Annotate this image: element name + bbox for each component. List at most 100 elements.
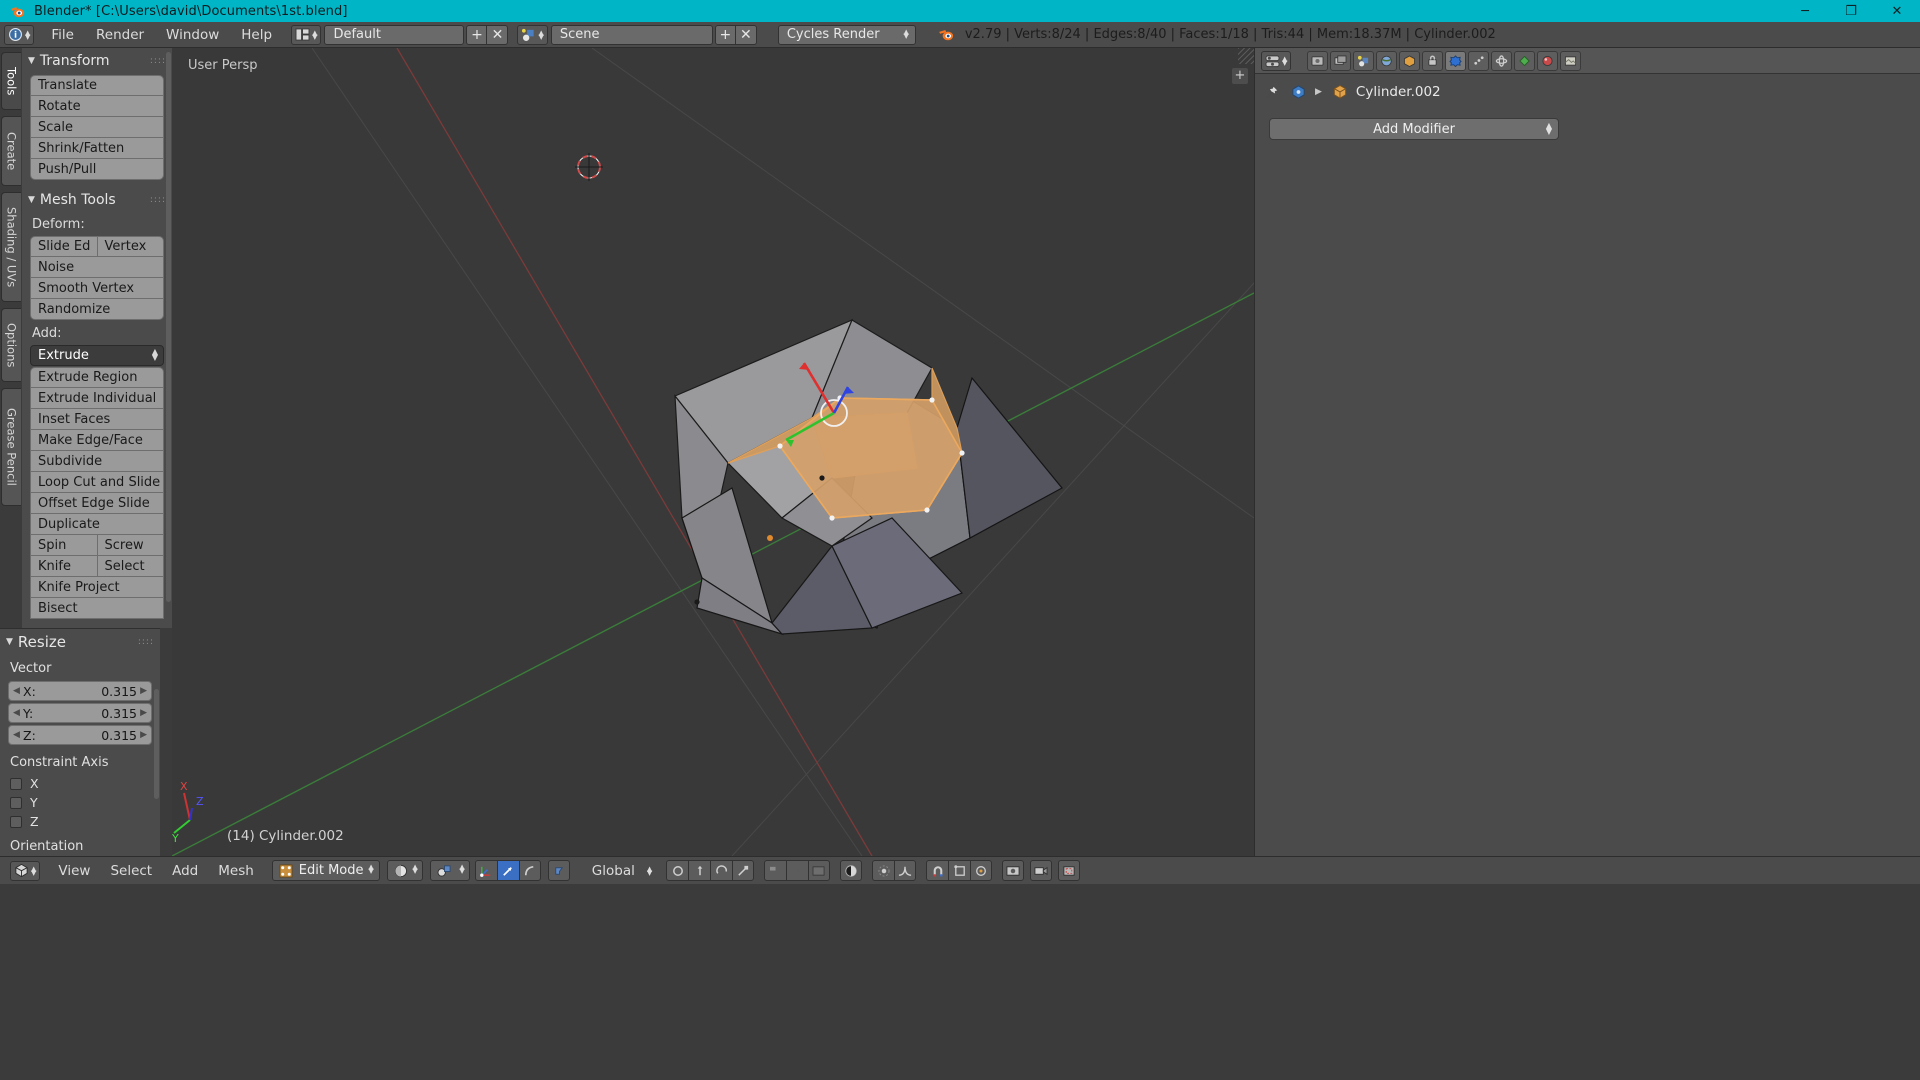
screen-layout-arrows[interactable]: ▲ ▼ xyxy=(312,29,317,40)
pivot-arrows-icon[interactable]: ▲ ▼ xyxy=(459,864,464,875)
scale-button[interactable]: Scale xyxy=(30,117,164,138)
mesh-tools-panel-header[interactable]: ▼ Mesh Tools :::: xyxy=(22,189,172,211)
duplicate-button[interactable]: Duplicate xyxy=(30,514,164,535)
sidebar-item-tools[interactable]: Tools xyxy=(1,52,21,110)
add-scene-button[interactable]: + xyxy=(714,24,736,45)
checkbox-x-icon[interactable] xyxy=(10,777,22,790)
render-preview-icon[interactable] xyxy=(840,860,863,881)
viewport-resize-corner-handle[interactable] xyxy=(1238,48,1254,64)
render-engine-arrows[interactable]: ▲ ▼ xyxy=(903,28,908,39)
menu-help[interactable]: Help xyxy=(230,22,283,48)
resize-panel-header[interactable]: ▼ Resize :::: xyxy=(0,631,160,653)
toolshelf-scrollbar-thumb[interactable] xyxy=(166,52,171,602)
dropdown-arrows-icon[interactable]: ▲ ▼ xyxy=(152,348,158,362)
face-select-icon[interactable] xyxy=(518,860,541,881)
add-operator-dropdown[interactable]: Extrude ▲ ▼ xyxy=(30,345,164,366)
editor-type-arrows[interactable]: ▲ ▼ xyxy=(25,29,30,40)
shrink-fatten-button[interactable]: Shrink/Fatten xyxy=(30,138,164,159)
layers-icon-2[interactable] xyxy=(786,860,809,881)
snap-element-icon[interactable] xyxy=(948,860,971,881)
tab-texture[interactable] xyxy=(1560,50,1582,71)
rotate-manipulator-icon[interactable] xyxy=(710,860,733,881)
3d-viewport[interactable]: X Y Z User Persp (14) Cylinder.002 + xyxy=(172,48,1254,856)
slide-edge-button[interactable]: Slide Ed xyxy=(30,236,97,257)
scene-selector[interactable]: ▲ ▼ xyxy=(517,24,548,45)
extrude-region-button[interactable]: Extrude Region xyxy=(30,367,164,388)
tab-particles[interactable] xyxy=(1468,50,1490,71)
knife-select-button[interactable]: Select xyxy=(96,556,164,577)
occlude-geometry-icon[interactable] xyxy=(547,860,570,881)
screen-layout-selector[interactable]: ▲ ▼ xyxy=(291,24,322,45)
subdivide-button[interactable]: Subdivide xyxy=(30,451,164,472)
translate-button[interactable]: Translate xyxy=(30,75,164,96)
interaction-mode-selector[interactable]: Edit Mode ▲ ▼ xyxy=(271,860,380,881)
tab-object-data[interactable] xyxy=(1514,50,1536,71)
proportional-edit-icon[interactable] xyxy=(872,860,895,881)
resize-z-field[interactable]: ◀ Z: 0.315 ▶ xyxy=(8,725,152,745)
constraint-axis-z-row[interactable]: Z xyxy=(0,812,160,831)
properties-editor-arrows[interactable]: ▲ ▼ xyxy=(1282,55,1287,66)
rotate-button[interactable]: Rotate xyxy=(30,96,164,117)
spin-button[interactable]: Spin xyxy=(30,535,97,556)
maximize-button[interactable]: ❐ xyxy=(1828,0,1874,22)
minimize-button[interactable]: ─ xyxy=(1782,0,1828,22)
tab-material[interactable] xyxy=(1537,50,1559,71)
manipulator-icon[interactable] xyxy=(666,860,689,881)
scene-field[interactable]: Scene xyxy=(550,24,713,45)
vertex-select-icon[interactable] xyxy=(474,860,497,881)
mode-arrows-icon[interactable]: ▲ ▼ xyxy=(368,864,373,875)
knife-button[interactable]: Knife xyxy=(30,556,97,577)
viewport-shading-selector[interactable]: ▲ ▼ xyxy=(386,860,423,881)
tab-render-layers[interactable] xyxy=(1330,50,1352,71)
make-edge-face-button[interactable]: Make Edge/Face xyxy=(30,430,164,451)
falloff-icon[interactable] xyxy=(894,860,917,881)
scale-manipulator-icon[interactable] xyxy=(732,860,755,881)
tab-constraints[interactable] xyxy=(1422,50,1444,71)
pin-icon[interactable] xyxy=(1263,84,1280,101)
tab-physics[interactable] xyxy=(1491,50,1513,71)
smooth-vertex-button[interactable]: Smooth Vertex xyxy=(30,278,164,299)
transform-panel-header[interactable]: ▼ Transform :::: xyxy=(22,50,172,72)
snap-target-icon[interactable] xyxy=(970,860,993,881)
pivot-point-selector[interactable]: ▲ ▼ xyxy=(429,860,470,881)
menu-select[interactable]: Select xyxy=(100,857,162,885)
menu-file[interactable]: File xyxy=(40,22,85,48)
inset-faces-button[interactable]: Inset Faces xyxy=(30,409,164,430)
scene-arrows[interactable]: ▲ ▼ xyxy=(538,29,543,40)
menu-add[interactable]: Add xyxy=(162,857,208,885)
viewport-editor-arrows[interactable]: ▲ ▼ xyxy=(31,865,36,876)
render-engine-selector[interactable]: Cycles Render ▲ ▼ xyxy=(777,24,916,45)
operator-panel-scrollbar[interactable] xyxy=(154,689,159,799)
bisect-button[interactable]: Bisect xyxy=(30,598,164,619)
increment-arrow-icon[interactable]: ▶ xyxy=(140,686,147,696)
extrude-individual-button[interactable]: Extrude Individual xyxy=(30,388,164,409)
opengl-render-icon[interactable] xyxy=(1002,860,1025,881)
constraint-axis-y-row[interactable]: Y xyxy=(0,793,160,812)
randomize-button[interactable]: Randomize xyxy=(30,299,164,320)
browse-object-icon[interactable] xyxy=(1290,84,1307,100)
knife-project-button[interactable]: Knife Project xyxy=(30,577,164,598)
checkbox-z-icon[interactable] xyxy=(10,815,22,828)
properties-editor-type-selector[interactable]: ▲ ▼ xyxy=(1261,50,1292,71)
noise-button[interactable]: Noise xyxy=(30,257,164,278)
translate-manipulator-icon[interactable] xyxy=(688,860,711,881)
edge-select-icon[interactable] xyxy=(496,860,519,881)
tab-object[interactable] xyxy=(1399,50,1421,71)
transform-orientation-label[interactable]: Global xyxy=(582,857,645,885)
editor-type-selector[interactable]: ▲ ▼ xyxy=(4,24,35,45)
orientation-arrows-icon[interactable]: ▲ ▼ xyxy=(647,865,652,876)
add-modifier-button[interactable]: Add Modifier ▲ ▼ xyxy=(1269,118,1559,140)
resize-x-field[interactable]: ◀ X: 0.315 ▶ xyxy=(8,681,152,701)
decrement-arrow-icon[interactable]: ◀ xyxy=(13,708,20,718)
toolshelf-scrollbar[interactable] xyxy=(166,52,171,622)
increment-arrow-icon[interactable]: ▶ xyxy=(140,708,147,718)
decrement-arrow-icon[interactable]: ◀ xyxy=(13,686,20,696)
close-button[interactable]: ✕ xyxy=(1874,0,1920,22)
shading-arrows-icon[interactable]: ▲ ▼ xyxy=(412,864,417,875)
viewport-editor-type-selector[interactable]: ▲ ▼ xyxy=(10,860,41,881)
increment-arrow-icon[interactable]: ▶ xyxy=(140,730,147,740)
viewport-add-overlay-button[interactable]: + xyxy=(1232,68,1248,84)
remove-screen-layout-button[interactable]: ✕ xyxy=(487,24,509,45)
render-region-icon[interactable] xyxy=(1058,860,1081,881)
slide-vertex-button[interactable]: Vertex xyxy=(96,236,164,257)
